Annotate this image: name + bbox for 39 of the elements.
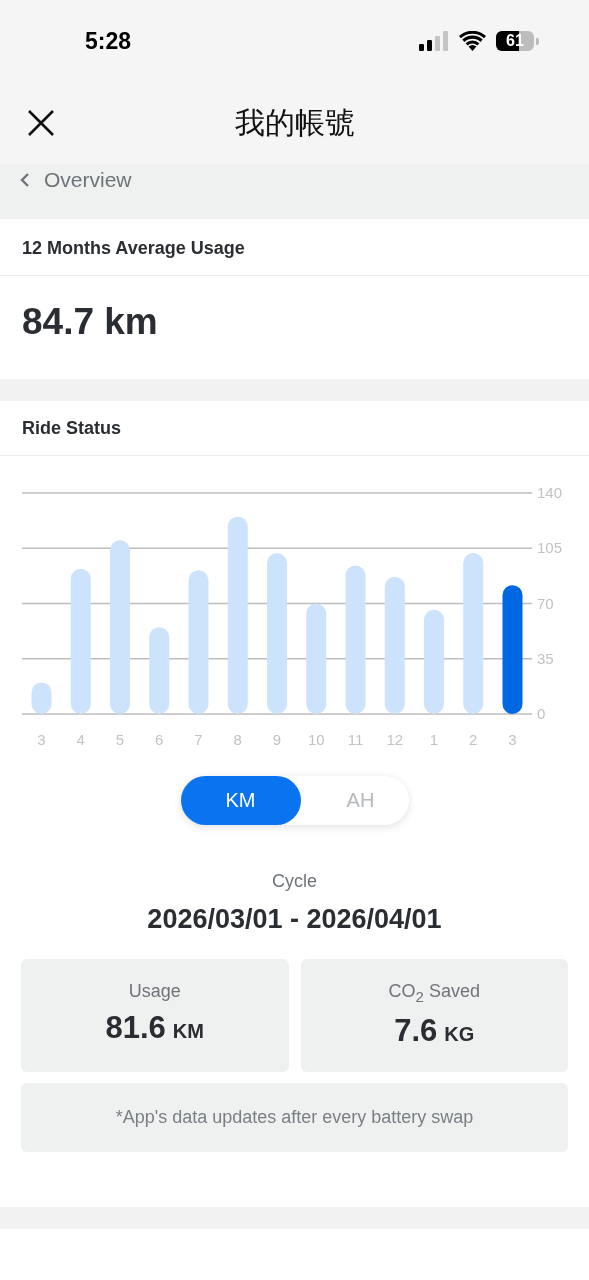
page-title: 我的帳號: [234, 103, 355, 142]
axis-tick-label: 7: [194, 731, 203, 748]
signal-icon: [419, 31, 449, 51]
stat-label: CO$_{2}$ Saved: [388, 981, 480, 1005]
clock-time: 5:28: [85, 27, 132, 55]
close-icon[interactable]: [27, 109, 55, 137]
cycle-label: Cycle: [271, 871, 318, 892]
axis-tick-label: 35: [537, 649, 554, 667]
axis-tick-label: 0: [537, 705, 546, 722]
axis-tick-label: 6: [155, 731, 164, 748]
axis-tick-label: 1: [429, 731, 439, 748]
axis-tick-label: 3: [37, 731, 46, 748]
axis-tick-label: 70: [537, 594, 554, 612]
axis-tick-label: 11: [347, 731, 364, 748]
stat-label: Usage: [128, 981, 181, 1002]
axis-tick-label: 140: [537, 484, 563, 501]
chart-bar: [31, 682, 52, 714]
axis-tick-label: 5: [115, 731, 125, 748]
unit-tab[interactable]: KM: [180, 776, 301, 825]
stat-value: 7.6: [394, 1012, 438, 1049]
stat-value: 81.6: [105, 1010, 166, 1046]
cycle-dates: 2026/03/01 - 2026/04/01: [146, 904, 443, 935]
back-link[interactable]: Overview: [20, 167, 132, 216]
axis-tick-label: 12: [386, 731, 404, 748]
chevron-left-icon: [20, 171, 30, 188]
axis-tick-label: 9: [272, 731, 282, 748]
wifi-icon: [459, 31, 486, 51]
axis-tick-label: 8: [233, 731, 242, 748]
axis-tick-label: 4: [76, 731, 85, 748]
section-title: 12 Months Average Usage: [0, 221, 589, 276]
axis-tick-label: 10: [307, 731, 325, 748]
stat-unit: KM: [172, 1020, 204, 1043]
axis-tick-label: 105: [537, 539, 563, 557]
note-text: *App's data updates after every battery swap: [115, 1107, 474, 1128]
axis-tick-label: 3: [508, 731, 517, 748]
stat-unit: KG: [444, 1022, 475, 1046]
section-title: Ride Status: [0, 401, 589, 456]
average-value: 84.7 km: [21, 300, 159, 343]
axis-tick-label: 2: [469, 731, 478, 748]
